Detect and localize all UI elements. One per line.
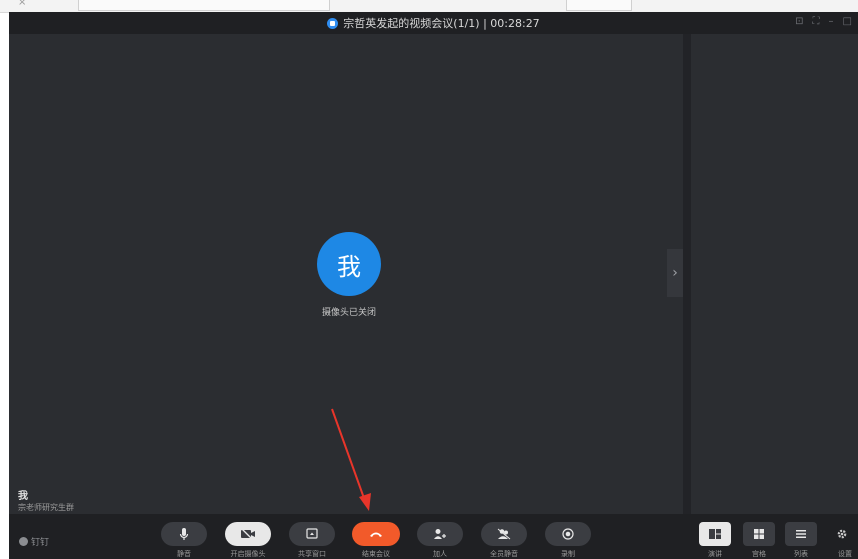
fullscreen-icon[interactable]: ⛶ xyxy=(813,16,820,27)
brand-label: 钉钉 xyxy=(31,538,50,548)
meeting-title-text: 宗哲英发起的视频会议(1/1) | 00:28:27 xyxy=(343,17,540,30)
meeting-toolbar: 钉钉 静音 开启摄像头 共享窗口 结束会议 加人 全员静音 录制 演讲 宫格 列… xyxy=(9,514,858,559)
gear-icon[interactable] xyxy=(836,528,848,540)
background-window-field xyxy=(78,0,330,11)
grid-view-label: 宫格 xyxy=(752,550,766,558)
panel-divider[interactable] xyxy=(683,34,691,514)
add-person-icon xyxy=(434,529,446,539)
hangup-icon xyxy=(370,532,382,537)
collapse-sidebar-button[interactable]: › xyxy=(667,249,683,297)
record-label: 录制 xyxy=(561,550,575,558)
end-meeting-button[interactable] xyxy=(352,522,400,546)
mute-label: 静音 xyxy=(177,550,191,558)
camera-status: 摄像头已关闭 xyxy=(321,308,376,318)
self-name: 我 xyxy=(18,491,28,502)
lock-icon xyxy=(327,17,339,29)
speaker-view-label: 演讲 xyxy=(708,550,722,558)
record-icon xyxy=(562,528,574,540)
avatar: 我 xyxy=(317,232,381,296)
speaker-view-icon xyxy=(709,529,721,539)
list-view-label: 列表 xyxy=(794,550,808,558)
self-org: 宗老师研究生群 xyxy=(18,503,74,512)
background-window-field xyxy=(566,0,632,11)
add-person-button[interactable] xyxy=(417,522,463,546)
record-button[interactable] xyxy=(545,522,591,546)
chevron-right-icon: › xyxy=(672,265,678,281)
list-view-button[interactable] xyxy=(785,522,817,546)
microphone-icon xyxy=(179,528,189,540)
mute-button[interactable] xyxy=(161,522,207,546)
close-tab-icon[interactable]: × xyxy=(18,0,26,8)
list-view-icon xyxy=(796,530,806,538)
end-meeting-label: 结束会议 xyxy=(362,550,390,558)
start-camera-label: 开启摄像头 xyxy=(230,550,266,558)
mute-all-label: 全员静音 xyxy=(490,550,518,558)
share-window-button[interactable] xyxy=(289,522,335,546)
window-controls: ⊡ ⛶ – □ xyxy=(795,16,852,27)
share-window-label: 共享窗口 xyxy=(298,550,326,558)
grid-view-icon xyxy=(754,529,764,539)
pin-icon[interactable]: ⊡ xyxy=(795,16,803,27)
share-window-icon xyxy=(306,528,318,539)
brand: 钉钉 xyxy=(19,535,49,548)
title-bar: 宗哲英发起的视频会议(1/1) | 00:28:27 ⊡ ⛶ – □ xyxy=(9,12,858,34)
start-camera-button[interactable] xyxy=(225,522,271,546)
annotation-arrow-icon xyxy=(331,408,371,511)
participants-sidebar xyxy=(691,34,858,514)
maximize-icon[interactable]: □ xyxy=(843,16,852,27)
meeting-window: 宗哲英发起的视频会议(1/1) | 00:28:27 ⊡ ⛶ – □ 我 摄像头… xyxy=(9,12,858,559)
grid-view-button[interactable] xyxy=(743,522,775,546)
minimize-icon[interactable]: – xyxy=(829,16,834,27)
settings-label: 设置 xyxy=(838,550,852,558)
dingding-logo-icon xyxy=(19,537,28,546)
mute-all-button[interactable] xyxy=(481,522,527,546)
add-person-label: 加人 xyxy=(433,550,447,558)
meeting-title: 宗哲英发起的视频会议(1/1) | 00:28:27 xyxy=(9,12,858,34)
camera-off-icon xyxy=(241,528,255,540)
mute-all-icon xyxy=(497,528,511,540)
speaker-view-button[interactable] xyxy=(699,522,731,546)
